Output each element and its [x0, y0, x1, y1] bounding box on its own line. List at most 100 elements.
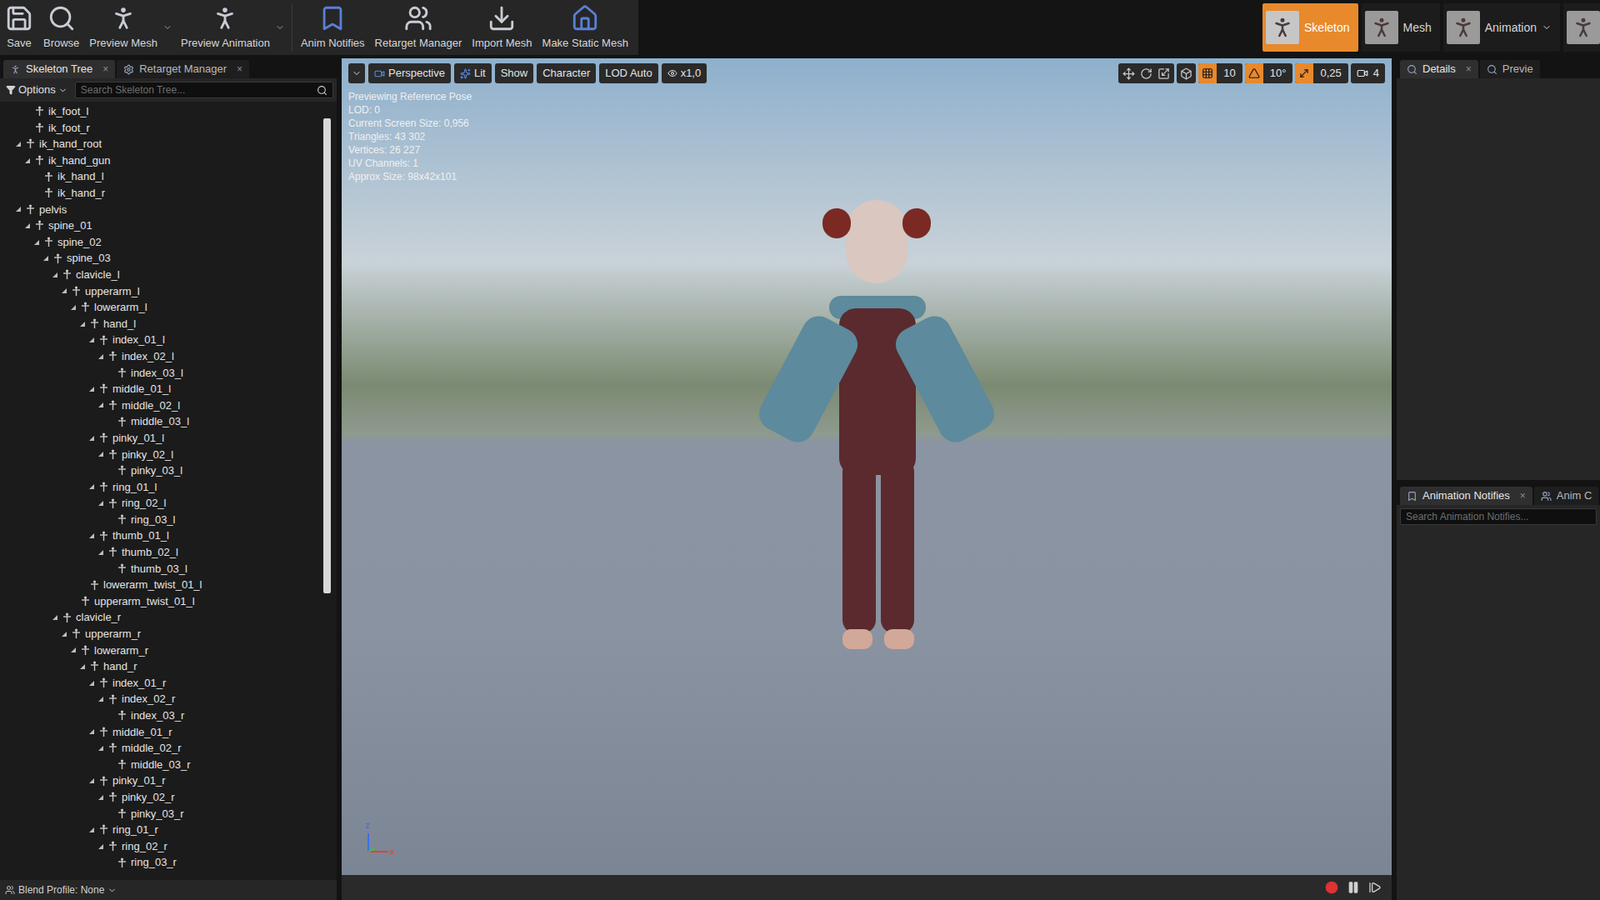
mode-button[interactable]: Mesh — [1361, 3, 1440, 52]
tree-row[interactable]: upperarm_l — [0, 283, 324, 300]
tree-row[interactable]: clavicle_l — [0, 266, 324, 284]
tree-row[interactable]: index_01_r — [0, 675, 324, 692]
tree-row[interactable]: pinky_03_l — [0, 462, 324, 480]
tree-row[interactable]: middle_01_r — [0, 724, 324, 741]
tab-close[interactable]: × — [236, 61, 243, 77]
expanded-arrow-icon[interactable] — [51, 614, 59, 621]
tree-row[interactable]: thumb_02_l — [0, 544, 324, 561]
dropdown-icon[interactable] — [275, 22, 285, 33]
toolbar-button[interactable]: Import Mesh — [466, 0, 537, 55]
tree-row[interactable]: pinky_02_l — [0, 445, 324, 463]
tab-close[interactable]: × — [1520, 488, 1526, 504]
panel-tab[interactable]: Previe — [1480, 60, 1540, 79]
transform-icon[interactable] — [1157, 67, 1170, 80]
tree-row[interactable]: ik_hand_l — [0, 168, 324, 185]
transform-icon[interactable] — [1122, 67, 1135, 80]
tree-row[interactable]: lowerarm_twist_01_l — [0, 576, 324, 594]
toolbar-button[interactable]: Anim Notifies — [295, 0, 370, 55]
expanded-arrow-icon[interactable] — [24, 222, 31, 230]
tree-row[interactable]: ring_03_r — [0, 854, 324, 871]
expanded-arrow-icon[interactable] — [88, 826, 95, 834]
options-button[interactable]: Options — [3, 81, 70, 99]
snap-toggle[interactable]: 10 — [1198, 63, 1242, 84]
tree-row[interactable]: index_03_l — [0, 365, 324, 382]
toolbar-button[interactable]: Preview Mesh — [84, 0, 176, 55]
camera-speed[interactable]: 4 — [1350, 63, 1385, 84]
toolbar-button[interactable]: Preview Animation — [175, 0, 296, 55]
expanded-arrow-icon[interactable] — [24, 157, 31, 165]
expanded-arrow-icon[interactable] — [97, 745, 105, 752]
viewport-toolbar-button[interactable]: Perspective — [368, 63, 451, 84]
expanded-arrow-icon[interactable] — [97, 353, 105, 360]
toolbar-button[interactable]: Save — [0, 0, 39, 55]
tree-row[interactable]: index_02_l — [0, 348, 324, 365]
viewport-toolbar-button[interactable]: LOD Auto — [599, 63, 658, 84]
tree-row[interactable]: pinky_01_r — [0, 772, 324, 790]
tree-row[interactable]: lowerarm_r — [0, 642, 324, 660]
viewport-toolbar-button[interactable]: x1,0 — [661, 63, 708, 84]
expanded-arrow-icon[interactable] — [97, 500, 105, 507]
tree-row[interactable]: ik_foot_l — [0, 103, 324, 120]
tree-row[interactable]: pelvis — [0, 201, 324, 219]
record-icon[interactable] — [1325, 880, 1339, 895]
expanded-arrow-icon[interactable] — [97, 401, 105, 409]
scrollbar[interactable] — [323, 101, 332, 880]
expanded-arrow-icon[interactable] — [33, 239, 40, 246]
expanded-arrow-icon[interactable] — [88, 777, 95, 785]
tree-row[interactable]: hand_r — [0, 658, 324, 675]
tree-row[interactable]: thumb_01_l — [0, 527, 324, 545]
tree-row[interactable]: ring_01_l — [0, 479, 324, 496]
tree-row[interactable]: ik_foot_r — [0, 120, 324, 137]
dropdown-icon[interactable] — [1541, 22, 1552, 33]
tree-search-field[interactable]: Search Skeleton Tree... — [75, 81, 334, 99]
tree-row[interactable]: thumb_03_l — [0, 560, 324, 578]
expanded-arrow-icon[interactable] — [97, 843, 105, 850]
expanded-arrow-icon[interactable] — [60, 287, 68, 295]
panel-tab[interactable]: Retarget Manager× — [116, 60, 250, 79]
expanded-arrow-icon[interactable] — [88, 483, 95, 490]
panel-tab[interactable]: Skeleton Tree× — [3, 60, 115, 79]
tab-close[interactable]: × — [102, 61, 109, 77]
tree-row[interactable]: index_01_l — [0, 331, 324, 349]
mode-button[interactable]: Animation — [1443, 3, 1560, 52]
expanded-arrow-icon[interactable] — [42, 255, 50, 262]
expanded-arrow-icon[interactable] — [79, 320, 86, 328]
tree-row[interactable]: ik_hand_r — [0, 185, 324, 202]
tree-row[interactable]: pinky_03_r — [0, 805, 324, 823]
tree-row[interactable]: index_02_r — [0, 690, 324, 708]
expanded-arrow-icon[interactable] — [88, 385, 95, 393]
tree-row[interactable]: index_03_r — [0, 707, 324, 725]
expanded-arrow-icon[interactable] — [88, 532, 95, 540]
expanded-arrow-icon[interactable] — [88, 435, 95, 442]
tree-row[interactable]: upperarm_twist_01_l — [0, 593, 324, 610]
tree-row[interactable]: middle_02_l — [0, 397, 324, 415]
tree-row[interactable]: pinky_02_r — [0, 789, 324, 806]
pause-icon[interactable] — [1346, 880, 1360, 895]
tree-row[interactable]: middle_01_l — [0, 380, 324, 398]
tree-row[interactable]: pinky_01_l — [0, 430, 324, 447]
expanded-arrow-icon[interactable] — [88, 680, 95, 687]
blend-profile-bar[interactable]: Blend Profile: None — [0, 880, 337, 900]
tree-row[interactable]: spine_03 — [0, 250, 324, 267]
notify-search-field[interactable]: Search Animation Notifies... — [1400, 508, 1597, 525]
expanded-arrow-icon[interactable] — [51, 271, 59, 279]
tab-close[interactable]: × — [1465, 61, 1472, 77]
tree-row[interactable]: hand_l — [0, 315, 324, 333]
panel-tab[interactable]: Anim C — [1534, 486, 1600, 505]
snap-toggle[interactable]: 10° — [1245, 63, 1294, 84]
viewport-toolbar-button[interactable]: Lit — [454, 63, 492, 84]
panel-tab[interactable]: Details× — [1400, 60, 1479, 79]
toolbar-button[interactable]: Browse — [38, 0, 85, 55]
expanded-arrow-icon[interactable] — [79, 663, 86, 670]
tree-row[interactable]: spine_02 — [0, 234, 324, 251]
mode-button[interactable]: Skeleton — [1262, 3, 1358, 52]
tree-row[interactable]: ik_hand_root — [0, 135, 324, 153]
toolbar-button[interactable]: Make Static Mesh — [537, 0, 634, 55]
tree-row[interactable]: ik_hand_gun — [0, 152, 324, 170]
viewport-toolbar-button[interactable]: Character — [536, 63, 596, 84]
tree-row[interactable]: middle_03_l — [0, 413, 324, 430]
expanded-arrow-icon[interactable] — [60, 630, 68, 638]
expanded-arrow-icon[interactable] — [97, 695, 105, 703]
viewport-toolbar-button[interactable]: Show — [495, 63, 535, 84]
step-icon[interactable] — [1368, 880, 1382, 895]
